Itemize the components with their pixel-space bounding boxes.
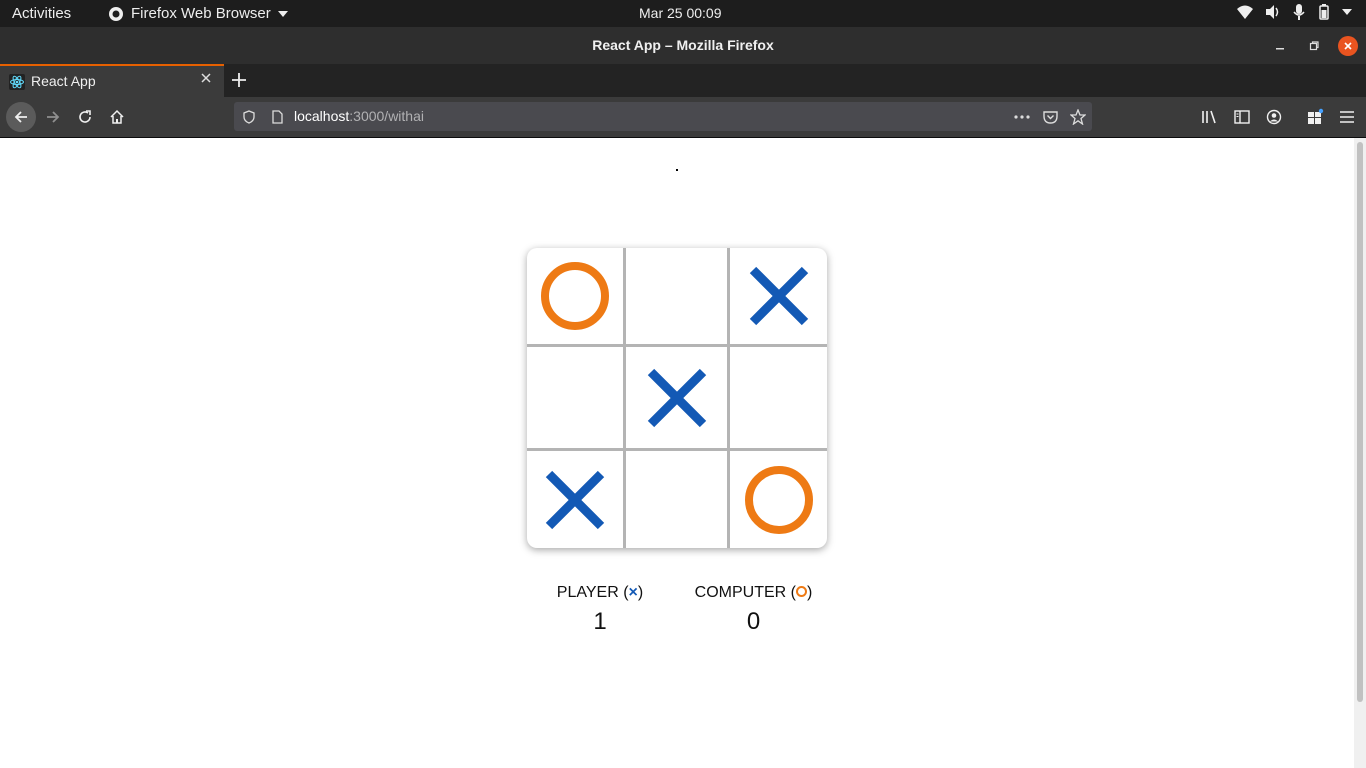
player-score: PLAYER (×) 1	[550, 584, 650, 636]
board-cell-5[interactable]	[730, 347, 827, 448]
url-host: localhost	[294, 108, 350, 124]
board-cell-7[interactable]	[626, 451, 727, 548]
page-info-icon[interactable]	[267, 107, 287, 127]
url-bar[interactable]: localhost:3000/withai	[234, 102, 1092, 131]
minimize-button[interactable]	[1270, 36, 1290, 56]
board-cell-1[interactable]	[626, 248, 727, 344]
extensions-button[interactable]	[1303, 105, 1327, 129]
computer-label-text: COMPUTER	[694, 584, 787, 601]
x-mark	[545, 470, 605, 529]
close-icon	[201, 73, 211, 83]
computer-score-value: 0	[746, 608, 761, 635]
stray-dot	[676, 169, 678, 171]
computer-score-label: COMPUTER ()	[694, 584, 813, 601]
close-window-button[interactable]	[1338, 36, 1358, 56]
player-score-label: PLAYER (×)	[556, 584, 644, 601]
board-cell-3[interactable]	[527, 347, 623, 448]
reload-icon	[79, 110, 91, 123]
tab-react-app[interactable]: React App	[0, 64, 224, 97]
x-mark	[749, 266, 808, 326]
home-icon	[110, 109, 124, 124]
app-menu-label: Firefox Web Browser	[131, 5, 271, 22]
scoreboard: PLAYER (×) 1 COMPUTER () 0	[520, 584, 840, 644]
system-tray[interactable]	[1236, 4, 1352, 20]
board-cell-0[interactable]	[527, 248, 623, 344]
vertical-scrollbar[interactable]	[1354, 138, 1366, 768]
chevron-down-icon	[277, 10, 288, 17]
o-mark	[541, 262, 609, 330]
account-button[interactable]	[1262, 105, 1286, 129]
scrollbar-thumb[interactable]	[1357, 142, 1363, 702]
back-button[interactable]	[6, 102, 36, 132]
plus-icon	[232, 73, 246, 87]
url-text[interactable]: localhost:3000/withai	[294, 108, 424, 124]
microphone-icon	[1293, 4, 1305, 20]
wifi-icon	[1237, 5, 1253, 19]
o-symbol-icon	[796, 586, 807, 597]
restore-icon	[1309, 41, 1319, 51]
pocket-icon	[1042, 111, 1058, 124]
x-mark	[647, 368, 706, 427]
sidebar-icon	[1234, 110, 1250, 124]
window-title-bar: React App – Mozilla Firefox	[0, 27, 1366, 64]
hamburger-icon	[1340, 111, 1354, 123]
tab-label: React App	[31, 73, 96, 89]
more-horizontal-icon	[1014, 115, 1030, 119]
pocket-button[interactable]	[1040, 107, 1060, 127]
tab-strip: React App	[0, 64, 1366, 97]
library-icon	[1202, 110, 1216, 124]
os-top-bar: Activities Firefox Web Browser Mar 25 00…	[0, 0, 1366, 27]
system-menu-chevron-icon	[1342, 9, 1352, 15]
navigation-toolbar: localhost:3000/withai	[0, 97, 1366, 138]
computer-score: COMPUTER () 0	[690, 584, 817, 636]
extensions-icon	[1308, 108, 1324, 124]
battery-icon	[1319, 4, 1329, 20]
board-cell-8[interactable]	[730, 451, 827, 548]
menu-button[interactable]	[1335, 105, 1359, 129]
minimize-icon	[1276, 48, 1284, 50]
page-content: PLAYER (×) 1 COMPUTER () 0	[0, 138, 1354, 768]
forward-button[interactable]	[41, 105, 65, 129]
account-icon	[1266, 109, 1282, 125]
clock[interactable]: Mar 25 00:09	[639, 5, 722, 21]
board-cell-2[interactable]	[730, 248, 827, 344]
x-symbol-icon: ×	[628, 584, 638, 601]
board-cell-4[interactable]	[626, 347, 727, 448]
sidebar-button[interactable]	[1230, 105, 1254, 129]
maximize-button[interactable]	[1304, 36, 1324, 56]
close-icon	[1344, 42, 1352, 50]
bookmark-star-button[interactable]	[1068, 107, 1088, 127]
arrow-right-icon	[47, 111, 60, 123]
app-menu[interactable]: Firefox Web Browser	[108, 5, 288, 22]
home-button[interactable]	[105, 105, 129, 129]
activities-button[interactable]: Activities	[12, 5, 71, 22]
library-button[interactable]	[1198, 105, 1222, 129]
tracking-shield-icon[interactable]	[239, 107, 259, 127]
new-tab-button[interactable]	[231, 66, 247, 94]
star-icon	[1070, 109, 1086, 125]
o-mark	[744, 465, 813, 534]
reload-button[interactable]	[73, 105, 97, 129]
game-board	[527, 248, 827, 548]
board-cell-6[interactable]	[527, 451, 623, 548]
page-actions-button[interactable]	[1012, 107, 1032, 127]
window-title: React App – Mozilla Firefox	[592, 37, 774, 53]
arrow-left-icon	[14, 111, 27, 123]
volume-icon	[1266, 5, 1279, 19]
tab-close-button[interactable]	[200, 71, 212, 89]
firefox-icon	[109, 6, 123, 21]
react-favicon-icon	[9, 74, 25, 90]
url-path: :3000/withai	[349, 108, 424, 124]
player-label-text: PLAYER	[556, 584, 619, 601]
player-score-value: 1	[593, 608, 607, 635]
